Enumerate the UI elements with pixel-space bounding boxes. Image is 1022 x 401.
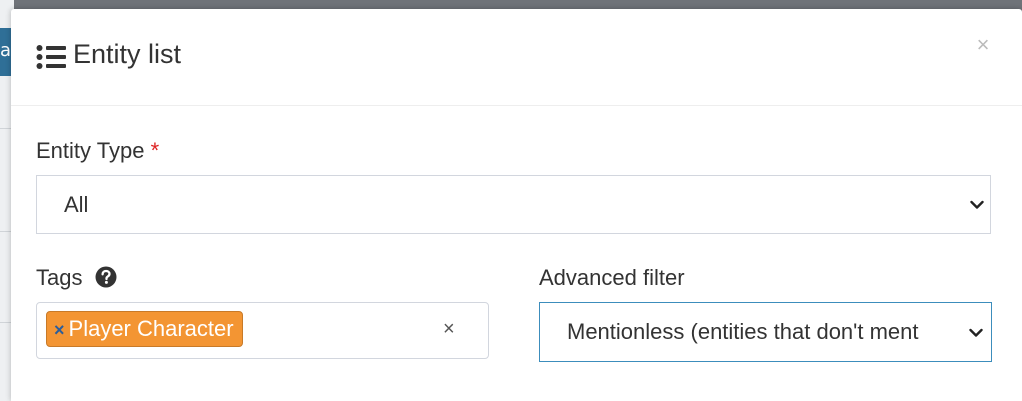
tag-chip: × Player Character	[46, 311, 243, 347]
tags-label-text: Tags	[36, 265, 83, 290]
required-marker: *	[150, 138, 160, 163]
tags-input[interactable]: × Player Character ×	[36, 302, 489, 359]
advanced-filter-select[interactable]: Mentionless (entities that don't ment	[539, 302, 992, 362]
clear-tags-button[interactable]: ×	[443, 318, 455, 341]
chevron-down-icon	[969, 328, 983, 337]
backdrop-partial-text: a	[0, 40, 12, 61]
entity-type-select[interactable]: All	[36, 175, 991, 234]
chevron-down-icon	[970, 200, 984, 209]
modal-header: Entity list ×	[11, 9, 1022, 106]
entity-list-dialog: Entity list × Entity Type * All Tags × Pl…	[11, 9, 1022, 401]
advanced-filter-label: Advanced filter	[539, 265, 685, 290]
entity-type-label-text: Entity Type	[36, 138, 145, 163]
tags-label: Tags	[36, 265, 117, 291]
modal-title: Entity list	[73, 39, 182, 69]
tag-chip-label: Player Character	[68, 316, 234, 341]
question-circle-icon[interactable]	[95, 266, 117, 288]
advanced-filter-selected-value: Mentionless (entities that don't ment	[567, 319, 919, 344]
entity-type-label: Entity Type *	[36, 138, 159, 164]
list-icon	[36, 45, 66, 69]
entity-type-selected-value: All	[64, 192, 89, 217]
tag-remove-button[interactable]: ×	[54, 320, 65, 340]
close-button[interactable]: ×	[971, 33, 995, 57]
